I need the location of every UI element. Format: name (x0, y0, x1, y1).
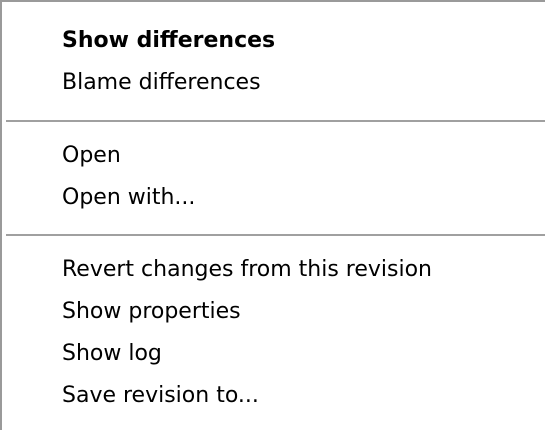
menu-item-show-properties[interactable]: Show properties (62, 292, 241, 332)
menu-item-show-differences[interactable]: Show differences (62, 21, 275, 61)
menu-item-blame-differences[interactable]: Blame differences (62, 63, 261, 103)
menu-item-revert-changes[interactable]: Revert changes from this revision (62, 250, 432, 290)
menu-separator (6, 120, 545, 122)
menu-item-show-log[interactable]: Show log (62, 334, 162, 374)
menu-separator (6, 234, 545, 236)
menu-item-open-with[interactable]: Open with... (62, 178, 195, 218)
context-menu: Show differences Blame differences Open … (0, 0, 545, 430)
menu-item-save-revision[interactable]: Save revision to... (62, 376, 259, 416)
menu-item-open[interactable]: Open (62, 136, 121, 176)
